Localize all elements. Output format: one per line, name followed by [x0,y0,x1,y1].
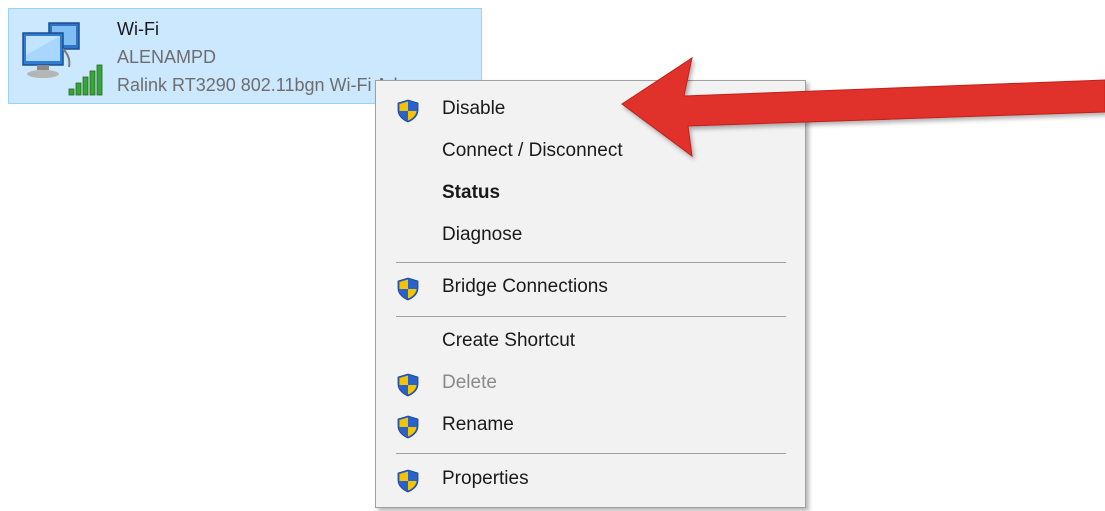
uac-shield-icon [396,373,420,397]
adapter-device-name: Ralink RT3290 802.11bgn Wi-Fi Ad [117,75,398,95]
menu-separator [396,262,786,263]
adapter-name: Wi-Fi [117,19,159,39]
menu-item-label: Delete [442,372,497,393]
menu-item-diagnose[interactable]: Diagnose [376,216,805,256]
menu-item-properties[interactable]: Properties [376,460,805,500]
uac-shield-icon [396,469,420,493]
adapter-text-block: Wi-Fi ALENAMPD Ralink RT3290 802.11bgn W… [117,15,398,99]
menu-item-disable[interactable]: Disable [376,90,805,130]
menu-item-delete: Delete [376,364,805,404]
menu-item-connect-disconnect[interactable]: Connect / Disconnect [376,132,805,172]
uac-shield-icon [396,415,420,439]
uac-shield-icon [396,99,420,123]
menu-item-label: Rename [442,414,514,435]
menu-item-label: Create Shortcut [442,330,576,351]
menu-item-create-shortcut[interactable]: Create Shortcut [376,322,805,362]
network-connections-window: Wi-Fi ALENAMPD Ralink RT3290 802.11bgn W… [0,0,1105,511]
menu-item-label: Disable [442,98,506,119]
menu-item-rename[interactable]: Rename [376,406,805,446]
menu-separator [396,453,786,454]
wifi-signal-bars-icon [68,64,103,96]
network-computer-icon [19,19,111,99]
menu-item-bridge-connections[interactable]: Bridge Connections [376,268,805,308]
menu-item-label: Status [442,182,501,203]
menu-item-label: Bridge Connections [442,276,608,297]
menu-item-status[interactable]: Status [376,174,805,214]
menu-item-label: Connect / Disconnect [442,140,623,161]
uac-shield-icon [396,277,420,301]
menu-item-label: Diagnose [442,224,523,245]
menu-item-label: Properties [442,468,529,489]
menu-separator [396,316,786,317]
context-menu: Disable Connect / Disconnect Status Diag… [375,80,806,508]
adapter-network-name: ALENAMPD [117,47,217,67]
